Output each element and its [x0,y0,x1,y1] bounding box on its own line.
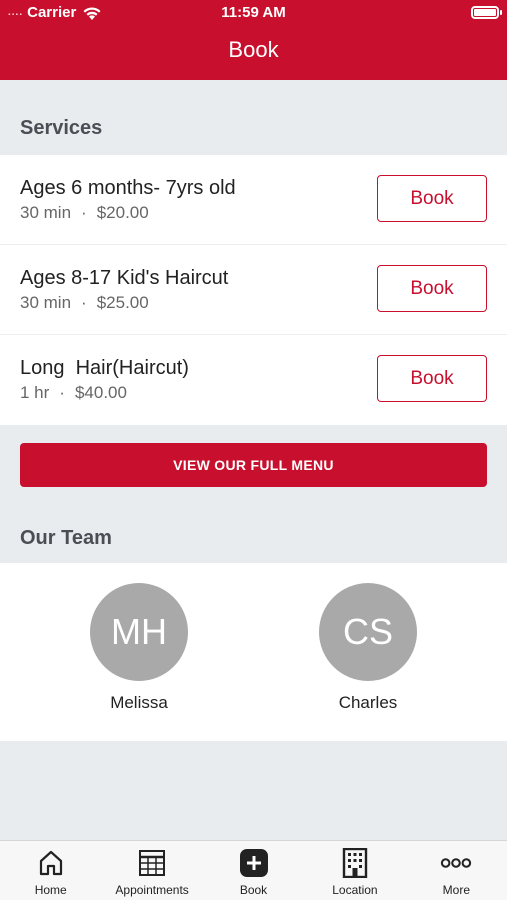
avatar: MH [90,583,188,681]
services-heading: Services [20,117,103,139]
service-meta: 30 min · $20.00 [20,203,149,223]
service-row: Ages 6 months- 7yrs old 30 min · $20.00 Bo… [0,155,507,245]
book-button[interactable]: Book [377,265,487,312]
tab-label: Book [239,883,268,897]
building-icon [339,847,371,879]
calendar-grid-icon [136,847,168,879]
team-member-name: Charles [338,693,398,712]
tab-label: Appointments [115,883,189,897]
team-member-name: Melissa [110,693,168,712]
meta-separator: · [59,383,65,402]
service-price: $25.00 [96,293,149,312]
tab-label: Location [332,883,378,897]
service-duration: 30 min [20,293,72,312]
status-bar: .... Carrier 11:59 AM [0,0,507,26]
view-full-menu-button[interactable]: VIEW OUR FULL MENU [20,443,487,487]
meta-separator: · [81,293,87,312]
service-duration: 30 min [20,203,72,222]
home-icon [35,847,67,879]
team-panel: MH Melissa CS Charles [0,563,507,741]
service-row: Ages 8-17 Kid's Haircut 30 min · $25.00 Bo… [0,245,507,335]
team-member[interactable]: CS Charles [298,583,438,713]
more-dots-icon [440,847,472,879]
plus-square-icon [238,847,270,879]
book-button[interactable]: Book [377,175,487,222]
services-list: Ages 6 months- 7yrs old 30 min · $20.00 Bo… [0,155,507,425]
service-duration: 1 hr [20,383,50,402]
service-name: Ages 8-17 Kid's Haircut [20,267,229,289]
page-title: Book [228,37,279,62]
tab-more[interactable]: More [406,841,507,900]
tab-bar: Home Appointments Book Location More [0,840,507,900]
service-name: Ages 6 months- 7yrs old [20,177,236,199]
tab-book[interactable]: Book [203,841,304,900]
battery-icon [471,6,502,19]
status-time: 11:59 AM [221,4,286,21]
book-button[interactable]: Book [377,355,487,402]
tab-label: More [442,883,470,897]
service-meta: 30 min · $25.00 [20,293,149,313]
tab-label: Home [34,883,67,897]
service-name: Long Hair(Haircut) [20,357,189,379]
tab-home[interactable]: Home [0,841,101,900]
service-price: $20.00 [96,203,149,222]
team-heading: Our Team [20,527,112,549]
service-price: $40.00 [74,383,127,402]
avatar: CS [319,583,417,681]
tab-appointments[interactable]: Appointments [101,841,202,900]
meta-separator: · [81,203,87,222]
tab-location[interactable]: Location [304,841,405,900]
service-meta: 1 hr · $40.00 [20,383,127,403]
service-row: Long Hair(Haircut) 1 hr · $40.00 Book [0,335,507,425]
header-bar: .... Carrier 11:59 AM Book [0,0,507,80]
team-member[interactable]: MH Melissa [69,583,209,713]
